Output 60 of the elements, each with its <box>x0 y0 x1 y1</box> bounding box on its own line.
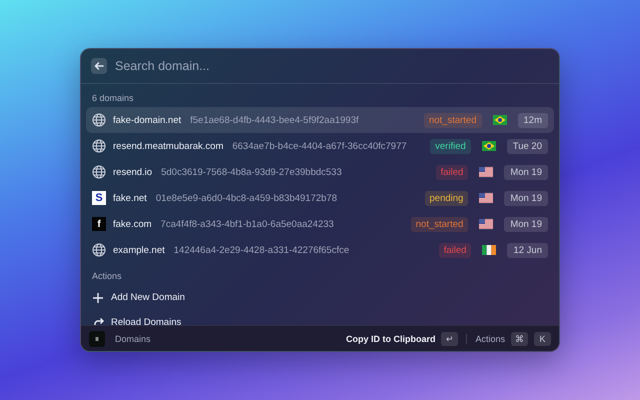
back-button[interactable] <box>91 58 107 74</box>
date-tag: 12m <box>518 112 548 128</box>
status-tag: pending <box>424 190 468 206</box>
logo-icon: S <box>92 191 106 205</box>
domain-row[interactable]: resend.io 5d0c3619-7568-4b8a-93d9-27e39bbdc533 failed Mon 19 <box>86 159 554 185</box>
action-label: Reload Domains <box>111 317 182 325</box>
logo-icon: f <box>92 217 106 231</box>
search-field[interactable]: Search domain... <box>115 57 549 75</box>
date-tag: Mon 19 <box>504 164 548 180</box>
globe-icon <box>92 113 106 127</box>
domain-id: 7ca4f4f8-a343-4bf1-b1a0-6a5e0aa24233 <box>160 218 335 230</box>
actions-button[interactable]: Actions <box>475 334 505 344</box>
key-cap: ⌘ <box>511 332 528 346</box>
domain-row[interactable]: f fake.com 7ca4f4f8-a343-4bf1-b1a0-6a5e0aa24233 not_started Mon 19 <box>86 211 554 237</box>
section-title: Actions <box>91 270 123 283</box>
domain-name: resend.io <box>113 166 152 178</box>
status-tag: failed <box>438 242 472 258</box>
action-item[interactable]: Add New Domain <box>86 285 554 310</box>
key-cap: K <box>534 332 551 346</box>
date-tag: Mon 19 <box>504 216 548 232</box>
domain-id: 6634ae7b-b4ce-4404-a67f-36cc40fc7977 <box>232 140 408 152</box>
flag-icon <box>479 219 494 229</box>
status-tag: verified <box>430 138 471 154</box>
domain-id: f5e1ae68-d4fb-4443-bee4-5f9f2aa1993f <box>190 114 360 126</box>
globe-icon <box>92 165 106 179</box>
plus-icon <box>92 292 104 304</box>
domain-id: 142446a4-2e29-4428-a331-42276f65cfce <box>174 244 350 256</box>
domain-row[interactable]: fake-domain.net f5e1ae68-d4fb-4443-bee4-5f9f2aa1993f not_started 12m <box>86 107 554 133</box>
date-tag: Tue 20 <box>506 138 548 154</box>
copy-id-button[interactable]: Copy ID to Clipboard <box>346 334 436 344</box>
flag-icon <box>479 193 494 203</box>
flag-icon <box>482 245 496 255</box>
flag-icon <box>482 141 496 151</box>
flag-icon <box>492 115 507 125</box>
globe-icon <box>92 243 106 257</box>
footer-title: Domains <box>115 334 151 344</box>
status-tag: failed <box>436 164 468 180</box>
date-tag: 12 Jun <box>507 242 548 258</box>
domain-row[interactable]: resend.meatmubarak.com 6634ae7b-b4ce-4404-a67f-36cc40fc7977 verified Tue 20 <box>86 133 554 159</box>
domain-name: fake-domain.net <box>113 114 182 126</box>
globe-icon <box>92 139 106 153</box>
domain-name: resend.meatmubarak.com <box>113 140 224 152</box>
date-tag: Mon 19 <box>504 190 548 206</box>
status-tag: not_started <box>410 216 468 232</box>
action-item[interactable]: Reload Domains <box>86 310 554 325</box>
action-label: Add New Domain <box>111 292 185 303</box>
domain-name: fake.com <box>113 218 152 230</box>
reload-icon <box>92 316 104 325</box>
flag-icon <box>479 167 494 177</box>
status-tag: not_started <box>424 112 482 128</box>
app-icon <box>89 330 105 346</box>
domain-row[interactable]: S fake.net 01e8e5e9-a6d0-4bc8-a459-b83b49172b78 pending Mon 19 <box>86 185 554 211</box>
section-title: 6 domains <box>91 92 135 105</box>
domain-name: example.net <box>113 244 165 256</box>
domain-id: 5d0c3619-7568-4b8a-93d9-27e39bbdc533 <box>161 166 343 178</box>
key-cap: ↵ <box>441 332 458 346</box>
domain-name: fake.net <box>113 192 147 204</box>
back-arrow-icon <box>94 61 104 71</box>
domain-id: 01e8e5e9-a6d0-4bc8-a459-b83b49172b78 <box>156 192 338 204</box>
domain-row[interactable]: example.net 142446a4-2e29-4428-a331-42276f65cfce failed 12 Jun <box>86 237 554 263</box>
